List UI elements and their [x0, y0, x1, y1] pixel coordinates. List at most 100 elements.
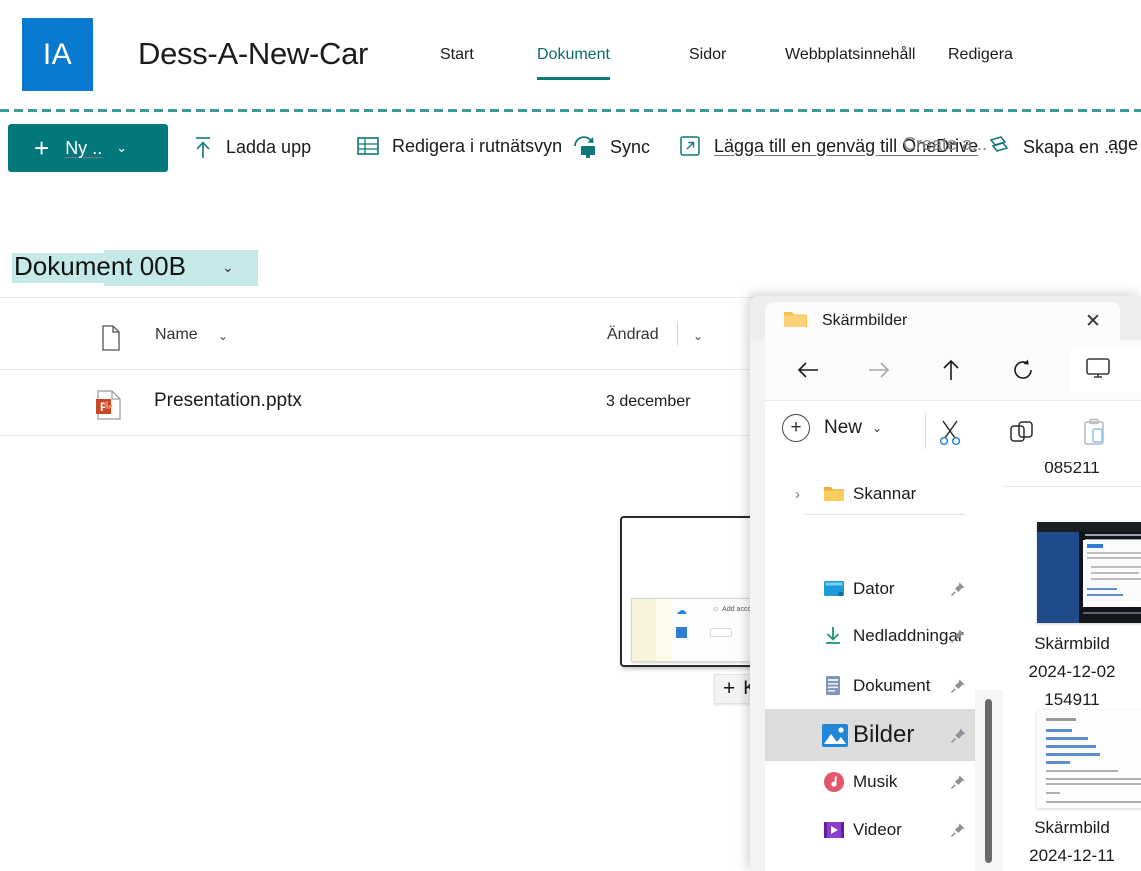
create-overlap-button[interactable]: Create a... [903, 134, 987, 155]
plus-circle-icon: + [782, 414, 810, 442]
cut-icon[interactable] [933, 415, 967, 449]
pin-icon[interactable] [950, 678, 966, 694]
shortcut-icon [678, 134, 702, 158]
file-name[interactable]: Presentation.pptx [154, 390, 302, 412]
explorer-navbar: › [765, 340, 1141, 400]
upload-button[interactable]: Ladda upp [192, 134, 311, 160]
explorer-toolbar: + New ⌄ [765, 400, 1141, 567]
video-icon [823, 819, 845, 841]
thumb-text-line [1046, 778, 1141, 780]
pin-icon[interactable] [950, 581, 966, 597]
column-header-modified[interactable]: Ändrad [607, 326, 659, 344]
thumb-text-line [1091, 578, 1141, 580]
document-icon [823, 675, 845, 697]
new-button[interactable]: + Ny .. ⌄ [8, 124, 168, 172]
flow-button[interactable]: Skapa en ... [985, 134, 1119, 160]
music-icon [823, 771, 845, 793]
column-header-name[interactable]: Name [155, 326, 198, 344]
chevron-right-icon[interactable]: › [795, 486, 800, 503]
copy-icon[interactable] [1005, 415, 1039, 449]
thumb-link-line [1046, 745, 1096, 748]
tree-item-skannar[interactable]: › Skannar [765, 470, 980, 518]
up-icon[interactable] [933, 352, 969, 388]
explorer-new-button[interactable]: + New ⌄ [782, 414, 882, 442]
navigation-scrollbar-thumb[interactable] [985, 699, 992, 863]
plus-icon: + [723, 677, 736, 700]
file-type-column-icon[interactable] [100, 325, 122, 356]
explorer-tab[interactable]: Skärmbilder ✕ [765, 302, 1120, 340]
thumb-text-line [1046, 770, 1118, 772]
tree-item-videor[interactable]: Videor [765, 806, 980, 854]
flow-label: Skapa en ... [1023, 136, 1120, 157]
chevron-down-icon[interactable]: ⌄ [872, 421, 882, 435]
upload-icon [192, 134, 214, 160]
drag-preview-sidebar [632, 599, 656, 661]
clipped-text: age [1108, 134, 1139, 154]
chevron-down-icon[interactable]: ⌄ [222, 259, 234, 276]
explorer-new-label: New [824, 417, 863, 438]
pin-icon[interactable] [950, 727, 966, 743]
pin-icon[interactable] [950, 774, 966, 790]
site-title: Dess-A-New-Car [138, 36, 369, 71]
tree-item-dator[interactable]: Dator [765, 565, 980, 613]
screen: IA Dess-A-New-Car Start Dokument Sidor W… [0, 0, 1141, 871]
folder-icon [823, 483, 845, 505]
pin-icon[interactable] [950, 822, 966, 838]
file-caption-line: 2024-12-02 [1028, 662, 1116, 681]
sync-label: Sync [610, 136, 651, 157]
close-icon[interactable]: ✕ [1082, 310, 1104, 332]
tree-item-dokument[interactable]: Dokument [765, 662, 980, 710]
nav-item-start[interactable]: Start [440, 46, 474, 70]
drag-preview-chip [710, 628, 732, 637]
thumb-text-line [1087, 557, 1141, 559]
tree-item-label: Bilder [853, 721, 915, 748]
clipped-label: age [1108, 134, 1138, 155]
plus-icon: + [34, 133, 50, 163]
tree-item-musik[interactable]: Musik [765, 758, 980, 806]
edit-grid-button[interactable]: Redigera i rutnätsvyn [356, 134, 562, 158]
chevron-down-icon[interactable]: ⌄ [693, 329, 703, 343]
download-icon [823, 625, 845, 647]
thumb-text-line [1091, 572, 1139, 574]
chevron-down-icon[interactable]: ⌄ [218, 329, 228, 343]
thumb-text-line [1091, 566, 1141, 568]
clipped-caption-area: 085211 [1003, 462, 1141, 486]
chevron-down-icon: ⌄ [116, 140, 128, 155]
powerpoint-icon: P [95, 390, 123, 420]
nav-item-dokument[interactable]: Dokument [537, 46, 610, 80]
monitor-icon [1084, 356, 1112, 385]
thumb-link-line [1046, 737, 1088, 740]
refresh-icon[interactable] [1005, 352, 1041, 388]
back-icon[interactable] [790, 352, 826, 388]
command-bar: + Ny .. ⌄ Ladda upp Redigera i rutnätsvy… [0, 118, 1141, 298]
explorer-titlebar: Skärmbilder ✕ [750, 296, 1141, 340]
paste-icon[interactable] [1077, 415, 1111, 449]
file-thumbnail[interactable] [1037, 522, 1141, 623]
thumb-sidebar [1037, 532, 1079, 623]
new-button-label: Ny .. [65, 137, 103, 158]
tree-item-label: Musik [853, 772, 898, 791]
site-logo[interactable]: IA [22, 18, 93, 91]
tree-item-label: Nedladdningar [853, 626, 964, 645]
folder-icon [783, 309, 808, 334]
sync-button[interactable]: Sync [570, 134, 650, 160]
tree-item-bilder[interactable]: Bilder [765, 709, 980, 761]
file-modified: 3 december [606, 393, 691, 410]
pin-icon[interactable] [950, 628, 966, 644]
sync-icon [570, 134, 598, 160]
explorer-navigation-pane: › Skannar Dator Nedladdningar Dokument B… [765, 462, 980, 871]
nav-item-sidor[interactable]: Sidor [689, 46, 726, 70]
edit-grid-label: Redigera i rutnätsvyn [392, 135, 563, 156]
thumb-titlebar [1037, 522, 1141, 532]
explorer-body: › Skannar Dator Nedladdningar Dokument B… [765, 462, 1141, 871]
tree-item-nedladdningar[interactable]: Nedladdningar [765, 612, 980, 660]
sharepoint-header: IA Dess-A-New-Car Start Dokument Sidor W… [0, 0, 1141, 112]
nav-item-webbplatsinnehall[interactable]: Webbplatsinnehåll [785, 46, 915, 70]
thumb-link-line [1087, 594, 1123, 596]
address-bar[interactable]: › [1070, 347, 1141, 393]
nav-item-redigera[interactable]: Redigera [948, 46, 1013, 70]
thumb-heading-line [1046, 718, 1076, 721]
thumb-text-line [1046, 783, 1141, 785]
computer-icon [823, 578, 845, 600]
file-thumbnail[interactable] [1037, 710, 1141, 808]
